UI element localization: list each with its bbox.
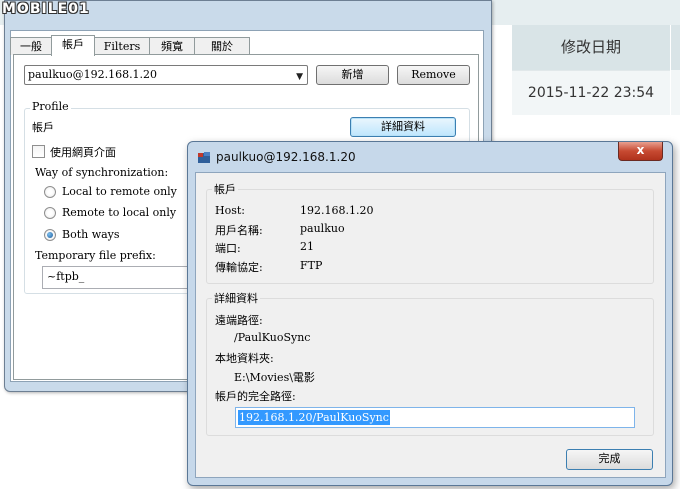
account-select[interactable]: paulkuo@192.168.1.20 ▼ bbox=[24, 65, 308, 85]
done-button[interactable]: 完成 bbox=[566, 449, 653, 470]
local-folder-label: 本地資料夾: bbox=[215, 352, 274, 365]
account-info-section-label: 帳戶 bbox=[212, 181, 238, 197]
local-folder-value: E:\Movies\電影 bbox=[234, 371, 315, 384]
column-header-edge bbox=[670, 25, 680, 70]
tab-account[interactable]: 帳戶 bbox=[51, 35, 95, 56]
web-ui-checkbox-label[interactable]: 使用網頁介面 bbox=[50, 144, 116, 160]
protocol-value: FTP bbox=[300, 259, 323, 272]
close-icon[interactable]: x bbox=[618, 142, 663, 161]
tab-about[interactable]: 關於 bbox=[194, 37, 250, 55]
account-select-value: paulkuo@192.168.1.20 bbox=[28, 68, 158, 81]
add-account-button[interactable]: 新增 bbox=[316, 65, 389, 85]
tab-filters[interactable]: Filters bbox=[94, 37, 150, 55]
username-label: 用戶名稱: bbox=[215, 224, 263, 237]
cell-modified-date: 2015-11-22 23:54 bbox=[512, 70, 670, 115]
column-header-modified-date[interactable]: 修改日期 bbox=[512, 25, 670, 70]
temp-prefix-input[interactable]: ~ftpb_ bbox=[42, 266, 192, 289]
site-watermark: MOBILE01 bbox=[2, 1, 90, 17]
account-label: 帳戶 bbox=[32, 121, 54, 134]
tab-bandwidth[interactable]: 頻寬 bbox=[149, 37, 195, 55]
ftpbox-app-icon bbox=[198, 152, 210, 163]
radio-both-ways-label[interactable]: Both ways bbox=[62, 228, 120, 241]
full-path-selected-text: 192.168.1.20/PaulKuoSync bbox=[238, 410, 390, 425]
radio-local-to-remote-label[interactable]: Local to remote only bbox=[62, 185, 177, 198]
host-value: 192.168.1.20 bbox=[300, 204, 374, 217]
radio-local-to-remote[interactable] bbox=[44, 186, 56, 198]
tab-general[interactable]: 一般 bbox=[10, 37, 52, 55]
profile-group-label: Profile bbox=[30, 100, 71, 113]
web-ui-checkbox[interactable] bbox=[32, 145, 45, 158]
radio-both-ways[interactable] bbox=[44, 229, 56, 241]
remote-path-value: /PaulKuoSync bbox=[234, 331, 311, 344]
port-label: 端口: bbox=[215, 242, 241, 255]
host-label: Host: bbox=[215, 204, 245, 217]
details-button[interactable]: 詳細資料 bbox=[350, 117, 456, 137]
radio-remote-to-local[interactable] bbox=[44, 207, 56, 219]
full-path-label: 帳戶的完全路徑: bbox=[215, 390, 296, 403]
username-value: paulkuo bbox=[300, 222, 345, 235]
port-value: 21 bbox=[300, 240, 314, 253]
dialog-title: paulkuo@192.168.1.20 bbox=[216, 150, 356, 164]
details-section-label: 詳細資料 bbox=[212, 290, 260, 306]
temp-prefix-label: Temporary file prefix: bbox=[35, 249, 156, 262]
protocol-label: 傳輸協定: bbox=[215, 261, 263, 274]
remove-account-button[interactable]: Remove bbox=[397, 65, 470, 85]
chevron-down-icon[interactable]: ▼ bbox=[296, 68, 303, 86]
cell-edge bbox=[670, 70, 680, 115]
full-path-input[interactable]: 192.168.1.20/PaulKuoSync bbox=[235, 407, 635, 428]
remote-path-label: 遠端路徑: bbox=[215, 314, 263, 327]
account-info-section bbox=[206, 189, 654, 284]
sync-way-label: Way of synchronization: bbox=[35, 166, 169, 179]
radio-remote-to-local-label[interactable]: Remote to local only bbox=[62, 206, 176, 219]
